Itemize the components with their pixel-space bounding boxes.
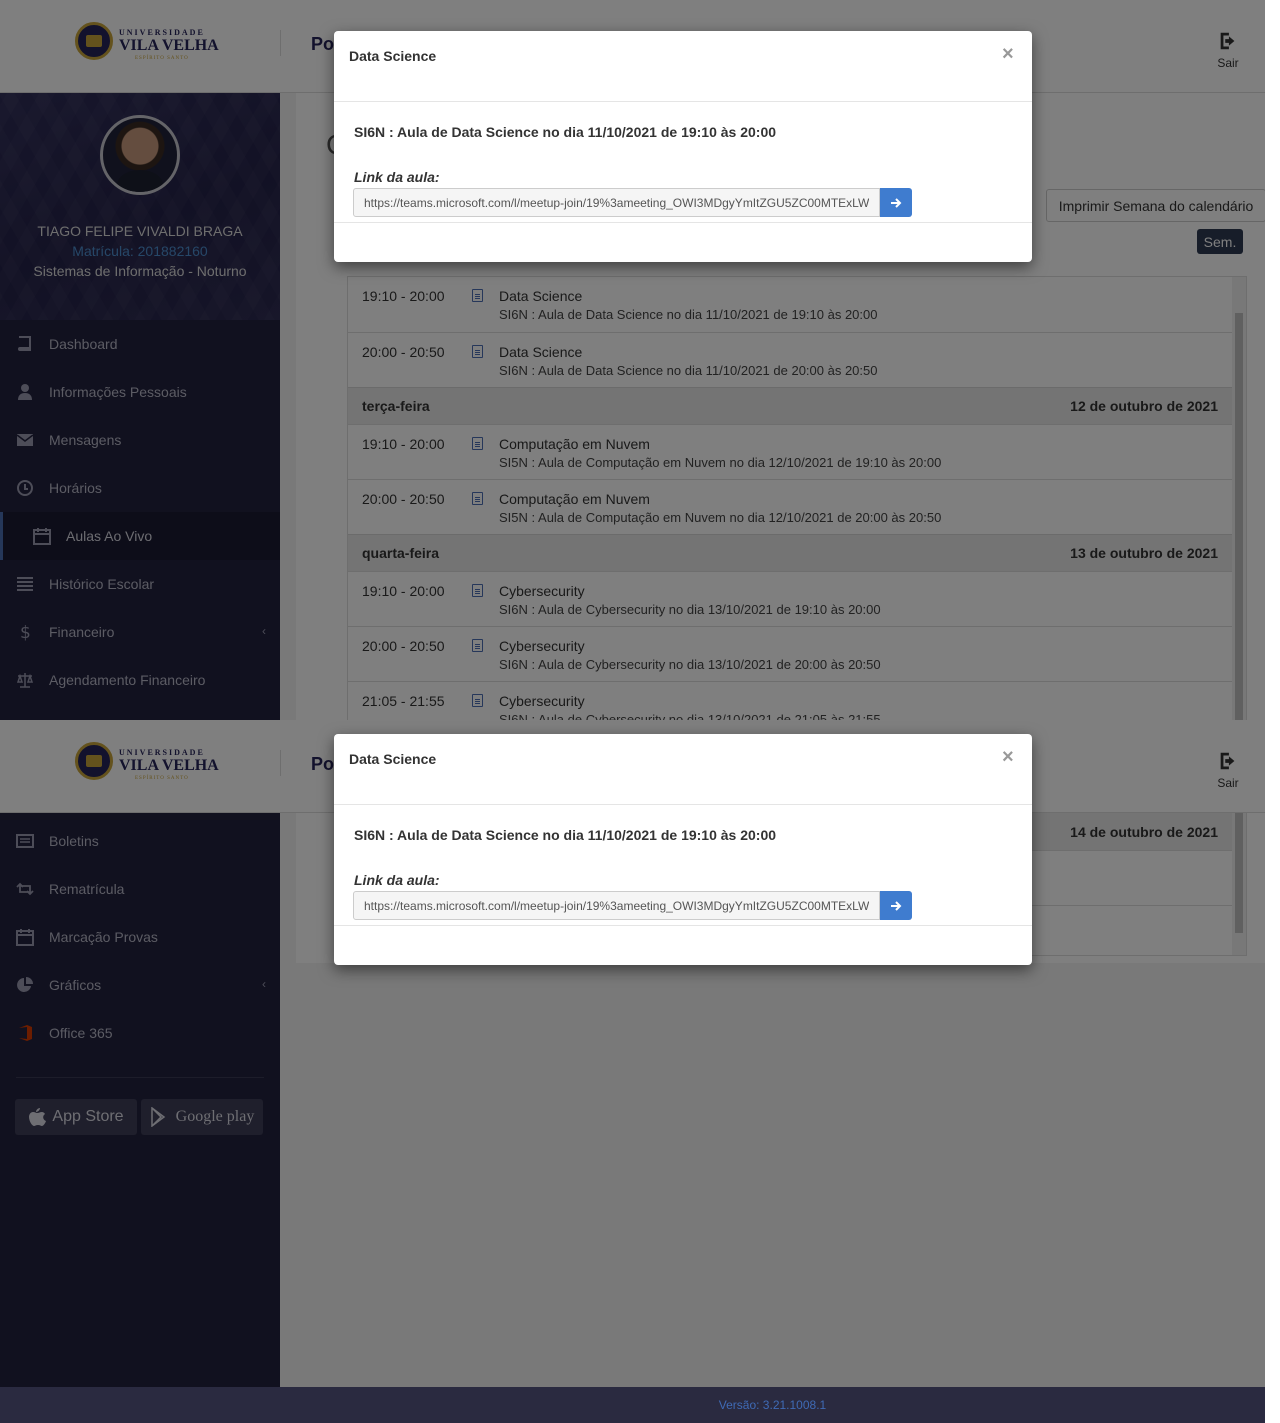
class-link-modal: Data Science × SI6N : Aula de Data Scien… [334,734,1032,965]
modal-body: SI6N : Aula de Data Science no dia 11/10… [334,805,1032,926]
modal-link-label: Link da aula: [354,872,440,888]
viewport-bottom: UNIVERSIDADE VILA VELHA ESPÍRITO SANTO P… [0,720,1265,1423]
open-link-button[interactable] [880,188,912,217]
page-scrollbar[interactable] [1265,720,1280,1423]
version-text: Versão: 3.21.1008.1 [718,1398,827,1412]
close-icon[interactable]: × [1002,44,1014,64]
modal-class-description: SI6N : Aula de Data Science no dia 11/10… [354,124,777,140]
page-scrollbar[interactable] [1265,0,1280,720]
open-link-button[interactable] [880,891,912,920]
modal-title: Data Science [349,751,437,767]
class-link-field[interactable] [353,891,880,920]
viewport-top: UNIVERSIDADE VILA VELHA ESPÍRITO SANTO P… [0,0,1265,720]
modal-title: Data Science [349,48,437,64]
version-footer: Versão: 3.21.1008.1 [0,1387,1265,1423]
modal-body: SI6N : Aula de Data Science no dia 11/10… [334,102,1032,223]
class-link-field[interactable] [353,188,880,217]
arrow-right-icon [891,197,902,208]
modal-header: Data Science × [334,734,1032,805]
modal-link-label: Link da aula: [354,169,440,185]
class-link-modal: Data Science × SI6N : Aula de Data Scien… [334,31,1032,262]
close-icon[interactable]: × [1002,747,1014,767]
modal-header: Data Science × [334,31,1032,102]
modal-class-description: SI6N : Aula de Data Science no dia 11/10… [354,827,777,843]
arrow-right-icon [891,900,902,911]
